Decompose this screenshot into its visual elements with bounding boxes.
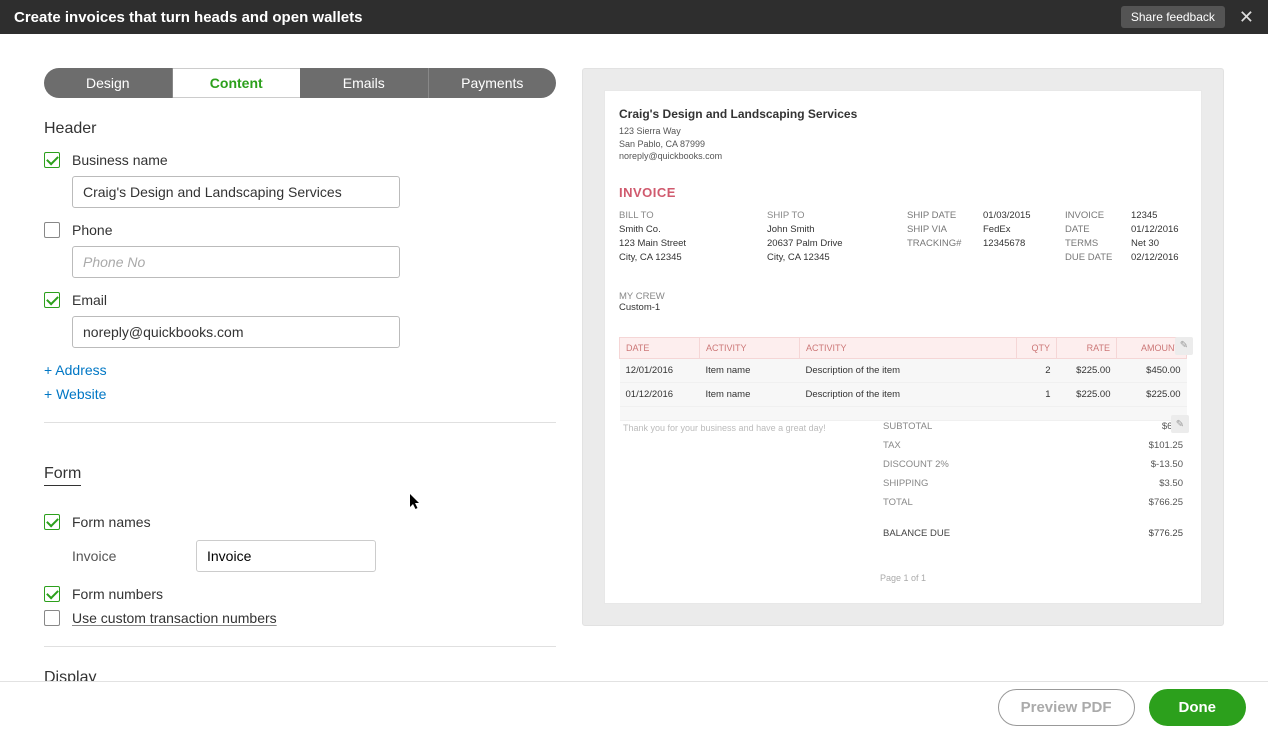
billto-l1: Smith Co. [619,224,767,235]
business-name-checkbox[interactable] [44,152,60,168]
meta4-v1: 01/12/2016 [1131,224,1179,235]
pencil-icon[interactable]: ✎ [1175,337,1193,355]
section-form-title: Form [44,465,81,486]
custom-txn-label: Use custom transaction numbers [72,610,277,626]
custom-head: MY CREW [619,291,1187,302]
th-date: DATE [620,337,700,358]
email-checkbox[interactable] [44,292,60,308]
add-address-link[interactable]: + Address [44,362,556,378]
invoice-name-input[interactable] [196,540,376,572]
preview-addr1: 123 Sierra Way [619,125,1187,138]
billto-head: BILL TO [619,210,767,221]
custom-txn-checkbox[interactable] [44,610,60,626]
meta4-v2: Net 30 [1131,238,1179,249]
preview-addr3: noreply@quickbooks.com [619,150,1187,163]
divider [44,422,556,423]
preview-doc-title: INVOICE [619,185,1187,200]
preview-pdf-button[interactable]: Preview PDF [998,689,1135,726]
email-input[interactable] [72,316,400,348]
custom-val: Custom-1 [619,302,1187,313]
done-button[interactable]: Done [1149,689,1247,726]
th-activity1: ACTIVITY [700,337,800,358]
meta3-l2: TRACKING# [907,238,983,249]
preview-addr2: San Pablo, CA 87999 [619,138,1187,151]
shipto-l1: John Smith [767,224,907,235]
meta3-v1: FedEx [983,224,1065,235]
meta4-l0: INVOICE [1065,210,1131,221]
meta4-l2: TERMS [1065,238,1131,249]
form-numbers-checkbox[interactable] [44,586,60,602]
close-icon[interactable]: ✕ [1239,8,1254,26]
meta4-l1: DATE [1065,224,1131,235]
form-names-checkbox[interactable] [44,514,60,530]
totals-block: SUBTOTAL$675 TAX$101.25 DISCOUNT 2%$-13.… [883,417,1183,543]
billto-l3: City, CA 12345 [619,252,767,263]
phone-input[interactable] [72,246,400,278]
form-numbers-label: Form numbers [72,586,163,602]
shipto-l3: City, CA 12345 [767,252,907,263]
settings-panel: Design Content Emails Payments Header Bu… [44,68,556,684]
add-website-link[interactable]: + Website [44,386,556,402]
phone-label: Phone [72,222,112,238]
tab-content[interactable]: Content [173,68,301,98]
meta4-v0: 12345 [1131,210,1179,221]
th-rate: RATE [1057,337,1117,358]
tab-emails[interactable]: Emails [300,68,429,98]
form-names-label: Form names [72,514,151,530]
line-items-table: DATE ACTIVITY ACTIVITY QTY RATE AMOUNT 1… [619,337,1187,421]
share-feedback-button[interactable]: Share feedback [1121,6,1225,28]
invoice-preview: Craig's Design and Landscaping Services … [605,91,1201,603]
shipto-l2: 20637 Palm Drive [767,238,907,249]
page-title: Create invoices that turn heads and open… [14,9,362,26]
footer-bar: Preview PDF Done [0,681,1268,733]
pencil-icon[interactable]: ✎ [1171,415,1189,433]
meta4-v3: 02/12/2016 [1131,252,1179,263]
tab-design[interactable]: Design [44,68,173,98]
phone-checkbox[interactable] [44,222,60,238]
invoice-name-label: Invoice [72,548,160,564]
meta3-l1: SHIP VIA [907,224,983,235]
preview-company: Craig's Design and Landscaping Services [619,107,1187,121]
th-activity2: ACTIVITY [800,337,1017,358]
meta3-v2: 12345678 [983,238,1065,249]
th-qty: QTY [1017,337,1057,358]
meta3-v0: 01/03/2015 [983,210,1065,221]
business-name-input[interactable] [72,176,400,208]
meta4-l3: DUE DATE [1065,252,1131,263]
business-name-label: Business name [72,152,168,168]
table-row: 01/12/2016 Item name Description of the … [620,382,1187,406]
table-row: 12/01/2016 Item name Description of the … [620,358,1187,382]
tabs: Design Content Emails Payments [44,68,556,98]
section-header-title: Header [44,120,556,138]
shipto-head: SHIP TO [767,210,907,221]
meta3-l0: SHIP DATE [907,210,983,221]
titlebar: Create invoices that turn heads and open… [0,0,1268,34]
preview-panel: Craig's Design and Landscaping Services … [582,68,1224,684]
billto-l2: 123 Main Street [619,238,767,249]
tab-payments[interactable]: Payments [429,68,557,98]
thank-you-note: Thank you for your business and have a g… [623,423,826,433]
page-number: Page 1 of 1 [605,573,1201,583]
email-label: Email [72,292,107,308]
divider [44,646,556,647]
